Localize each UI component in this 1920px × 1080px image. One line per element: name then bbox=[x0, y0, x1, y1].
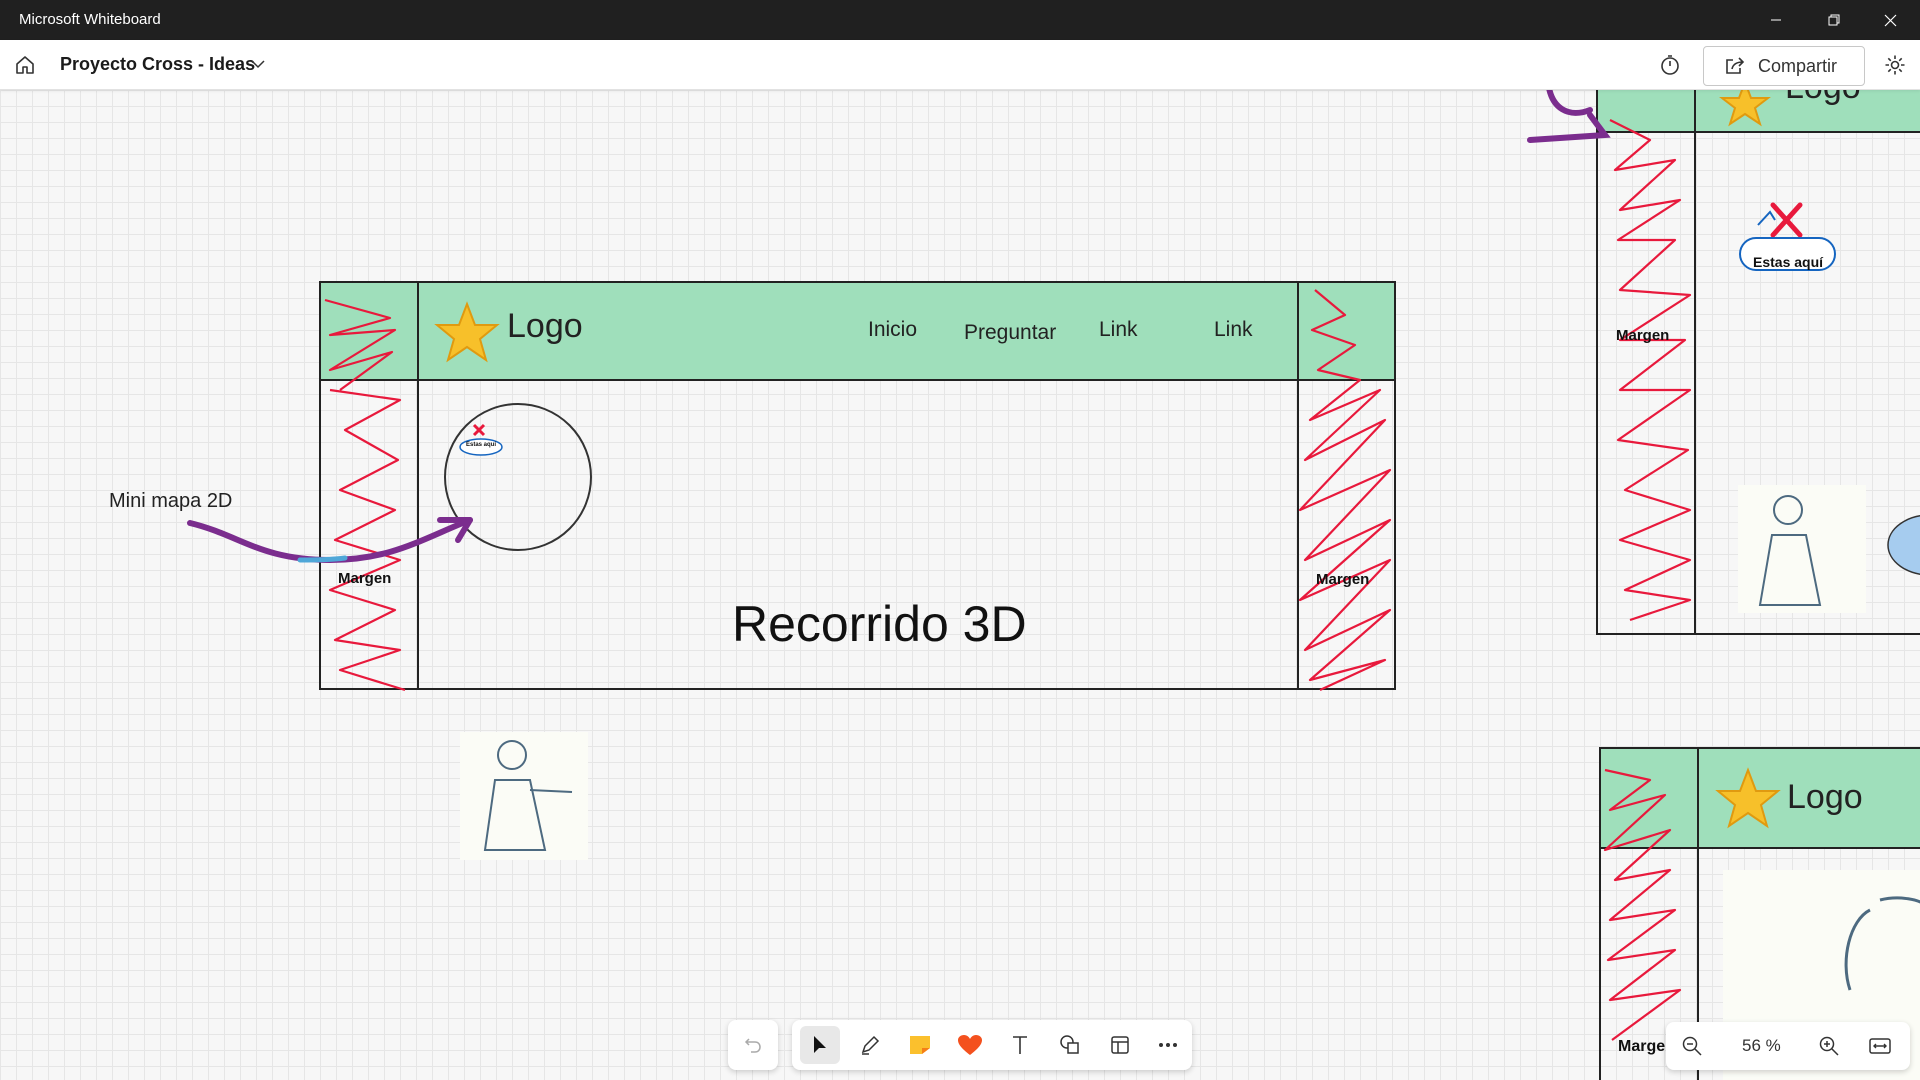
sticky-note-icon bbox=[910, 1036, 930, 1054]
settings-button[interactable] bbox=[1882, 52, 1908, 78]
right-bottom-logo-text[interactable]: Logo bbox=[1787, 778, 1863, 817]
pen-tool[interactable] bbox=[850, 1026, 890, 1064]
text-icon bbox=[1013, 1036, 1027, 1054]
board-name[interactable]: Proyecto Cross - Ideas bbox=[60, 54, 255, 75]
gear-icon bbox=[1885, 55, 1905, 75]
templates-icon bbox=[1111, 1036, 1129, 1054]
fit-screen-icon bbox=[1869, 1038, 1891, 1054]
timer-button[interactable] bbox=[1657, 52, 1683, 78]
right-top-logo-text[interactable]: Logo bbox=[1785, 90, 1861, 107]
share-icon bbox=[1726, 57, 1745, 74]
zoom-in-button[interactable] bbox=[1809, 1027, 1849, 1065]
window-title: Microsoft Whiteboard bbox=[19, 11, 161, 28]
undo-icon bbox=[744, 1038, 761, 1053]
share-button[interactable]: Compartir bbox=[1703, 46, 1865, 86]
sticky-note-tool[interactable] bbox=[900, 1026, 940, 1064]
minimize-button[interactable] bbox=[1748, 0, 1804, 40]
main-title[interactable]: Recorrido 3D bbox=[732, 595, 1027, 653]
share-label: Compartir bbox=[1758, 55, 1838, 76]
more-tools-button[interactable] bbox=[1148, 1026, 1188, 1064]
select-icon bbox=[814, 1036, 826, 1053]
right-top-here-label: Estas aquí bbox=[1753, 254, 1824, 270]
close-window-button[interactable] bbox=[1862, 0, 1918, 40]
restore-icon bbox=[1828, 14, 1840, 26]
nav-preguntar[interactable]: Preguntar bbox=[964, 321, 1056, 345]
nav-link-1[interactable]: Link bbox=[1099, 318, 1138, 342]
minimap-here-label: Estas aquí bbox=[466, 442, 497, 448]
zoom-out-button[interactable] bbox=[1672, 1027, 1712, 1065]
margin-right-label[interactable]: Margen bbox=[1316, 571, 1369, 588]
restore-button[interactable] bbox=[1806, 0, 1862, 40]
board-menu-button[interactable] bbox=[248, 54, 268, 74]
right-bottom-margin-label[interactable]: Marge bbox=[1618, 1038, 1665, 1056]
zoom-out-icon bbox=[1682, 1036, 1702, 1056]
shapes-icon bbox=[1060, 1035, 1079, 1054]
templates-tool[interactable] bbox=[1100, 1026, 1140, 1064]
pen-icon bbox=[861, 1035, 880, 1055]
home-button[interactable] bbox=[10, 50, 40, 80]
ink-layer bbox=[187, 90, 1920, 1080]
whiteboard-app: Microsoft Whiteboard Proyecto Cross - Id… bbox=[0, 0, 1920, 1080]
fit-to-screen-button[interactable] bbox=[1860, 1027, 1900, 1065]
minimap-arrow bbox=[187, 517, 473, 564]
right-top-margin-label[interactable]: Margen bbox=[1616, 327, 1669, 344]
text-tool[interactable] bbox=[1000, 1026, 1040, 1064]
chevron-down-icon bbox=[251, 60, 265, 69]
more-icon bbox=[1159, 1043, 1177, 1047]
app-header: Proyecto Cross - Ideas Compartir bbox=[0, 40, 1920, 90]
undo-button[interactable] bbox=[733, 1026, 773, 1064]
select-tool[interactable] bbox=[800, 1026, 840, 1064]
margin-left-label[interactable]: Margen bbox=[338, 570, 391, 587]
nav-inicio[interactable]: Inicio bbox=[868, 318, 917, 342]
undo-toolbar bbox=[728, 1020, 778, 1070]
zoom-in-icon bbox=[1819, 1036, 1839, 1056]
window-titlebar: Microsoft Whiteboard bbox=[0, 0, 1920, 40]
tools-toolbar bbox=[792, 1020, 1192, 1070]
nav-link-2[interactable]: Link bbox=[1214, 318, 1253, 342]
whiteboard-canvas[interactable]: Logo Inicio Preguntar Link Link Margen M… bbox=[0, 90, 1920, 1080]
minimize-icon bbox=[1771, 19, 1781, 21]
reaction-tool[interactable] bbox=[950, 1026, 990, 1064]
minimap-annotation[interactable]: Mini mapa 2D bbox=[109, 490, 232, 513]
timer-icon bbox=[1661, 55, 1679, 75]
zoom-level: 56 % bbox=[1742, 1036, 1781, 1055]
main-logo-text[interactable]: Logo bbox=[507, 307, 583, 346]
home-icon bbox=[16, 56, 34, 74]
zoom-control: 56 % bbox=[1666, 1022, 1910, 1070]
close-icon bbox=[1884, 14, 1896, 26]
reaction-icon bbox=[958, 1035, 982, 1055]
shapes-tool[interactable] bbox=[1050, 1026, 1090, 1064]
